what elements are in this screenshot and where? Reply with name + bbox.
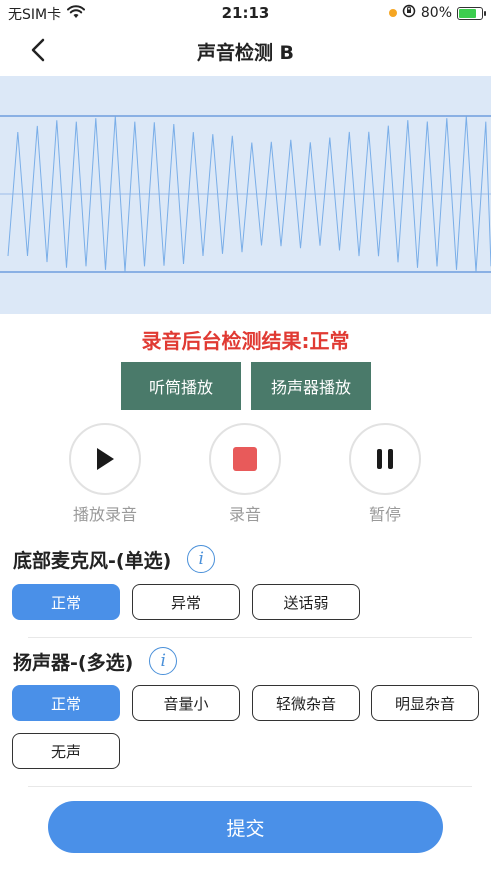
microphone-title-text: 底部麦克风-(单选) [13, 549, 172, 572]
microphone-section-title: 底部麦克风-(单选) i [13, 545, 216, 573]
waveform-display [0, 76, 491, 314]
mic-option-normal[interactable]: 正常 [12, 584, 120, 620]
speaker-info-icon[interactable]: i [149, 647, 178, 675]
section-divider [28, 637, 472, 638]
battery-icon [457, 6, 486, 20]
section-divider [28, 786, 472, 787]
pause-icon [377, 449, 393, 469]
speaker-section-title: 扬声器-(多选) i [13, 647, 178, 675]
pause-label: 暂停 [368, 505, 401, 524]
stop-record-icon [233, 447, 257, 471]
speaker-option-obvious-noise[interactable]: 明显杂音 [371, 685, 479, 721]
mic-option-weak[interactable]: 送话弱 [252, 584, 360, 620]
orientation-lock-icon [402, 4, 416, 22]
status-bar: 无SIM卡 21:13 80% [0, 0, 491, 26]
status-right: 80% [388, 4, 486, 22]
speaker-option-normal[interactable]: 正常 [12, 685, 120, 721]
record-control: 录音 [200, 423, 290, 525]
pause-control: 暂停 [340, 423, 430, 525]
speaker-title-text: 扬声器-(多选) [13, 651, 134, 674]
speaker-option-silent[interactable]: 无声 [12, 733, 120, 769]
battery-percent: 80% [420, 5, 452, 21]
mic-option-abnormal[interactable]: 异常 [132, 584, 240, 620]
submit-button[interactable]: 提交 [48, 801, 443, 853]
nav-bar: 声音检测 B [0, 28, 491, 72]
waveform-graph [0, 115, 491, 273]
microphone-info-icon[interactable]: i [187, 545, 216, 573]
detection-result: 录音后台检测结果:正常 [141, 329, 350, 353]
record-button[interactable] [209, 423, 281, 495]
play-recording-control: 播放录音 [60, 423, 150, 525]
page-title: 声音检测 B [196, 42, 295, 64]
speaker-option-slight-noise[interactable]: 轻微杂音 [252, 685, 360, 721]
play-recording-label: 播放录音 [72, 505, 137, 524]
record-label: 录音 [228, 505, 261, 524]
earpiece-play-button[interactable]: 听筒播放 [121, 362, 241, 410]
orange-dot-icon [388, 9, 397, 17]
speaker-option-low-volume[interactable]: 音量小 [132, 685, 240, 721]
pause-button[interactable] [349, 423, 421, 495]
play-recording-button[interactable] [69, 423, 141, 495]
play-icon [97, 448, 114, 470]
speaker-play-button[interactable]: 扬声器播放 [251, 362, 371, 410]
